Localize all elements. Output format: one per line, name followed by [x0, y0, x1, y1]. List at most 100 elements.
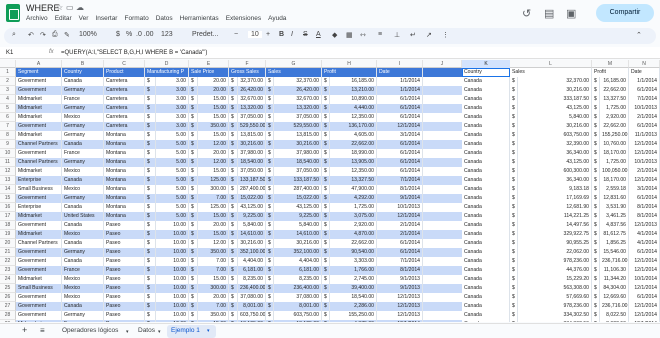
- paint-format-icon[interactable]: ✎: [64, 31, 70, 39]
- menu-datos[interactable]: Datos: [156, 15, 173, 22]
- table-cell[interactable]: 10.00: [156, 293, 189, 302]
- table-cell[interactable]: 9/1/2013: [377, 284, 423, 293]
- table-cell[interactable]: 43,125.00: [238, 203, 266, 212]
- table-cell[interactable]: 37,080.00: [238, 293, 266, 302]
- table-cell[interactable]: 350.00: [198, 122, 229, 131]
- table-cell[interactable]: 37,980.00: [274, 149, 322, 158]
- query-cell[interactable]: $: [510, 302, 518, 311]
- table-cell[interactable]: $: [229, 149, 238, 158]
- table-cell[interactable]: Canada: [62, 176, 104, 185]
- query-cell[interactable]: 12,669.60: [600, 293, 629, 302]
- table-cell[interactable]: $: [145, 284, 156, 293]
- table-cell[interactable]: $: [229, 167, 238, 176]
- table-cell[interactable]: Midmarket: [16, 131, 62, 140]
- table-cell[interactable]: 10.00: [156, 302, 189, 311]
- table-cell[interactable]: $: [266, 221, 274, 230]
- query-cell[interactable]: $: [510, 248, 518, 257]
- table-cell[interactable]: 8/1/2014: [377, 185, 423, 194]
- query-cell[interactable]: 333,187.50: [518, 95, 592, 104]
- column-header[interactable]: N: [629, 60, 660, 68]
- table-cell[interactable]: $: [145, 131, 156, 140]
- table-cell[interactable]: 125.00: [198, 176, 229, 185]
- query-cell[interactable]: $: [510, 185, 518, 194]
- table-cell[interactable]: $: [266, 77, 274, 86]
- query-cell[interactable]: $: [592, 266, 600, 275]
- table-cell[interactable]: Paseo: [104, 311, 145, 320]
- query-cell[interactable]: Canada: [462, 185, 510, 194]
- header-cell[interactable]: Segment: [16, 68, 62, 77]
- table-cell[interactable]: $: [229, 257, 238, 266]
- table-cell[interactable]: 8,235.00: [274, 275, 322, 284]
- table-cell[interactable]: $: [145, 239, 156, 248]
- italic-icon[interactable]: I: [291, 31, 293, 38]
- header-cell[interactable]: Sale Price: [189, 68, 229, 77]
- query-cell[interactable]: 15,229.20: [518, 275, 592, 284]
- table-cell[interactable]: $: [145, 320, 156, 322]
- table-cell[interactable]: Canada: [62, 140, 104, 149]
- table-cell[interactable]: $: [266, 302, 274, 311]
- table-cell[interactable]: 2,745.00: [330, 275, 377, 284]
- query-cell[interactable]: 6/1/2014: [629, 86, 660, 95]
- query-cell[interactable]: $: [510, 167, 518, 176]
- table-cell[interactable]: $: [322, 167, 330, 176]
- table-cell[interactable]: Canada: [62, 239, 104, 248]
- table-cell[interactable]: Enterprise: [16, 176, 62, 185]
- table-cell[interactable]: 15.00: [198, 230, 229, 239]
- query-cell[interactable]: 10/1/2013: [629, 104, 660, 113]
- query-cell[interactable]: 15,546.00: [600, 248, 629, 257]
- table-cell[interactable]: 3.00: [156, 122, 189, 131]
- table-cell[interactable]: 13,327.50: [330, 176, 377, 185]
- query-cell[interactable]: 3,531.90: [600, 203, 629, 212]
- query-cell[interactable]: 10,760.00: [600, 140, 629, 149]
- table-cell[interactable]: Paseo: [104, 248, 145, 257]
- table-cell[interactable]: $: [322, 293, 330, 302]
- query-cell[interactable]: 978,236.00: [518, 257, 592, 266]
- table-cell[interactable]: 125.00: [198, 203, 229, 212]
- tab-dropdown-icon[interactable]: ▾: [158, 329, 161, 335]
- query-cell[interactable]: 36,340.00: [518, 149, 592, 158]
- table-cell[interactable]: Montana: [104, 203, 145, 212]
- table-cell[interactable]: 6,181.00: [274, 266, 322, 275]
- table-cell[interactable]: 13,210.00: [330, 86, 377, 95]
- row-header[interactable]: 22: [0, 257, 16, 266]
- video-call-icon[interactable]: ▣: [566, 7, 576, 20]
- query-cell[interactable]: 4/1/2014: [629, 239, 660, 248]
- table-cell[interactable]: $: [145, 140, 156, 149]
- table-cell[interactable]: 18,540.00: [274, 158, 322, 167]
- table-cell[interactable]: 10.00: [156, 221, 189, 230]
- table-cell[interactable]: $: [229, 311, 238, 320]
- query-cell[interactable]: Canada: [462, 257, 510, 266]
- query-cell[interactable]: $: [592, 302, 600, 311]
- table-cell[interactable]: Midmarket: [16, 212, 62, 221]
- table-cell[interactable]: $: [322, 131, 330, 140]
- table-cell[interactable]: 43,125.00: [274, 203, 322, 212]
- row-header[interactable]: 4: [0, 95, 16, 104]
- table-cell[interactable]: Mexico: [62, 185, 104, 194]
- table-cell[interactable]: $: [229, 95, 238, 104]
- table-cell[interactable]: $: [229, 176, 238, 185]
- table-cell[interactable]: Paseo: [104, 221, 145, 230]
- table-cell[interactable]: 18,540.00: [238, 158, 266, 167]
- table-cell[interactable]: $: [322, 140, 330, 149]
- query-cell[interactable]: 236,716.00: [600, 302, 629, 311]
- table-cell[interactable]: 12/1/2014: [377, 320, 423, 322]
- query-cell[interactable]: Canada: [462, 248, 510, 257]
- table-cell[interactable]: $: [266, 149, 274, 158]
- table-cell[interactable]: Government: [16, 194, 62, 203]
- table-cell[interactable]: 37,980.00: [238, 149, 266, 158]
- table-cell[interactable]: $: [229, 113, 238, 122]
- table-cell[interactable]: 12.00: [198, 239, 229, 248]
- query-cell[interactable]: 22,662.00: [600, 86, 629, 95]
- table-cell[interactable]: 350.00: [198, 311, 229, 320]
- table-cell[interactable]: 1,766.00: [330, 266, 377, 275]
- table-cell[interactable]: 20.00: [198, 77, 229, 86]
- query-cell[interactable]: $: [592, 293, 600, 302]
- table-cell[interactable]: $: [266, 311, 274, 320]
- row-header[interactable]: 20: [0, 239, 16, 248]
- row-header[interactable]: 13: [0, 176, 16, 185]
- query-cell[interactable]: 81,612.75: [600, 230, 629, 239]
- query-cell[interactable]: 114,221.25: [518, 212, 592, 221]
- text-rotation-icon[interactable]: ↗: [426, 31, 432, 39]
- table-cell[interactable]: Government: [16, 149, 62, 158]
- table-cell[interactable]: 6,181.00: [238, 266, 266, 275]
